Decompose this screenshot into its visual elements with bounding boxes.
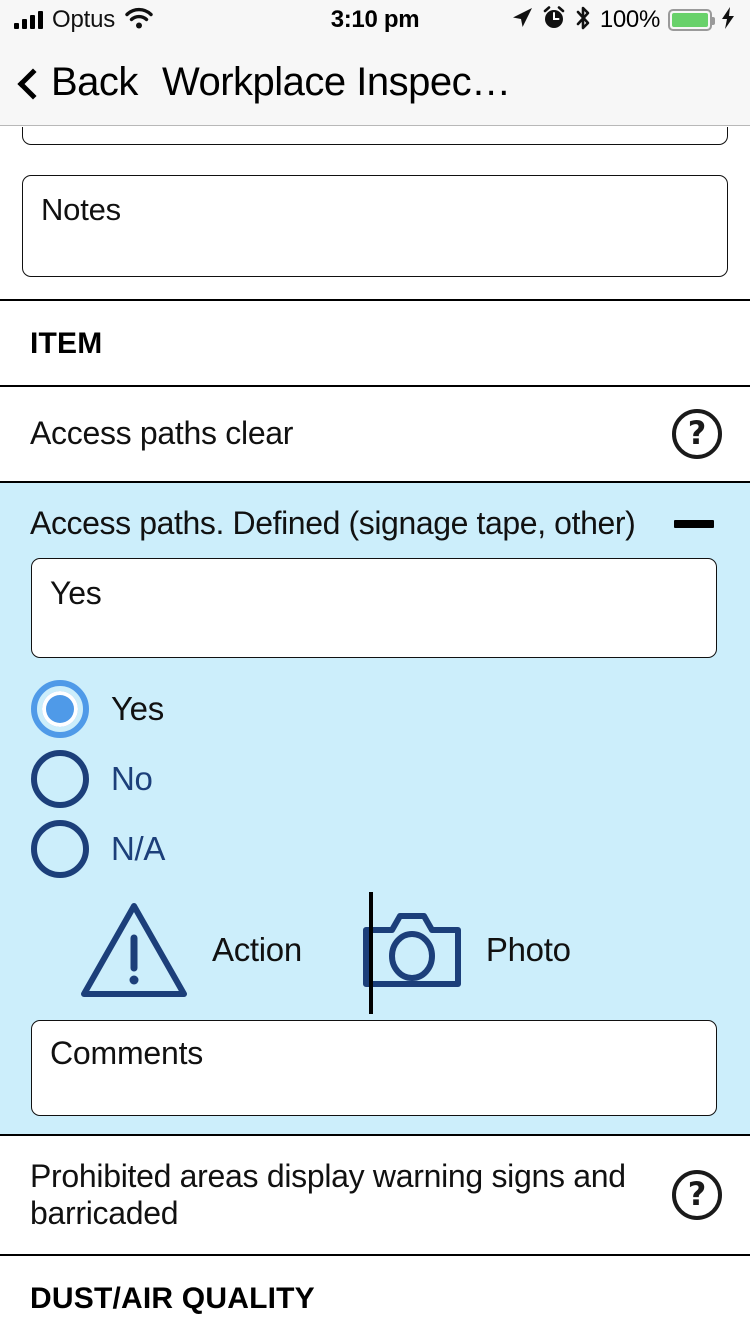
notes-input[interactable]: Notes: [22, 175, 728, 277]
action-button[interactable]: Action: [0, 900, 302, 1000]
item-row-prohibited-areas[interactable]: Prohibited areas display warning signs a…: [0, 1136, 750, 1255]
form-scroll-area[interactable]: Notes ITEM Access paths clear ? Access p…: [0, 127, 750, 1334]
back-button[interactable]: Back: [18, 60, 138, 105]
page-title: Workplace Inspec…: [161, 60, 511, 104]
photo-label: Photo: [485, 931, 571, 968]
action-photo-bar: Action Photo: [0, 890, 750, 1014]
answer-radio-group: Yes No N/A: [0, 658, 750, 890]
radio-label-yes: Yes: [111, 690, 164, 727]
radio-option-na[interactable]: N/A: [31, 814, 750, 884]
status-bar-right: 100%: [510, 5, 736, 36]
bluetooth-icon: [574, 5, 592, 36]
section-header-dust-air-quality: DUST/AIR QUALITY: [0, 1256, 750, 1334]
action-photo-divider: [369, 892, 373, 1014]
expanded-item-title: Access paths. Defined (signage tape, oth…: [30, 505, 636, 541]
section-header-dust-air-quality-label: DUST/AIR QUALITY: [30, 1282, 315, 1316]
phone-screen: Optus 3:10 pm 100% Back Workplace Inspec…: [0, 0, 750, 1334]
help-icon[interactable]: ?: [672, 409, 722, 459]
alarm-clock-icon: [542, 5, 566, 35]
section-header-item-label: ITEM: [30, 327, 103, 360]
lightning-bolt-icon: [720, 6, 736, 35]
radio-label-no: No: [111, 760, 153, 797]
photo-button[interactable]: Photo: [302, 908, 571, 992]
help-icon[interactable]: ?: [672, 1170, 722, 1221]
back-button-label: Back: [51, 60, 138, 104]
warning-triangle-icon: [78, 900, 190, 1000]
radio-button-na[interactable]: [31, 820, 89, 878]
minus-icon[interactable]: [674, 519, 714, 528]
radio-button-no[interactable]: [31, 750, 89, 808]
radio-label-na: N/A: [111, 830, 166, 867]
item-row-label: Access paths clear: [30, 415, 294, 452]
battery-icon: [668, 9, 715, 31]
comments-input[interactable]: Comments: [31, 1020, 717, 1116]
comments-placeholder: Comments: [50, 1035, 204, 1071]
expanded-item-access-paths-defined: Access paths. Defined (signage tape, oth…: [0, 483, 750, 1134]
navigation-bar: Back Workplace Inspec…: [0, 40, 750, 126]
status-bar: Optus 3:10 pm 100%: [0, 0, 750, 40]
expanded-item-header[interactable]: Access paths. Defined (signage tape, oth…: [0, 483, 750, 558]
answer-input[interactable]: Yes: [31, 558, 717, 658]
section-header-item: ITEM: [0, 301, 750, 385]
battery-percent: 100%: [599, 6, 660, 33]
radio-option-no[interactable]: No: [31, 744, 750, 814]
item-row-label: Prohibited areas display warning signs a…: [30, 1158, 626, 1232]
previous-field-clipped[interactable]: [22, 127, 728, 145]
item-row-access-paths-clear[interactable]: Access paths clear ?: [0, 387, 750, 481]
notes-placeholder: Notes: [41, 192, 121, 227]
camera-icon: [360, 908, 464, 992]
chevron-left-icon: [18, 67, 38, 99]
answer-value: Yes: [50, 575, 102, 611]
location-arrow-icon: [510, 6, 534, 35]
radio-button-yes[interactable]: [31, 680, 89, 738]
radio-option-yes[interactable]: Yes: [31, 674, 750, 744]
action-label: Action: [212, 931, 302, 968]
